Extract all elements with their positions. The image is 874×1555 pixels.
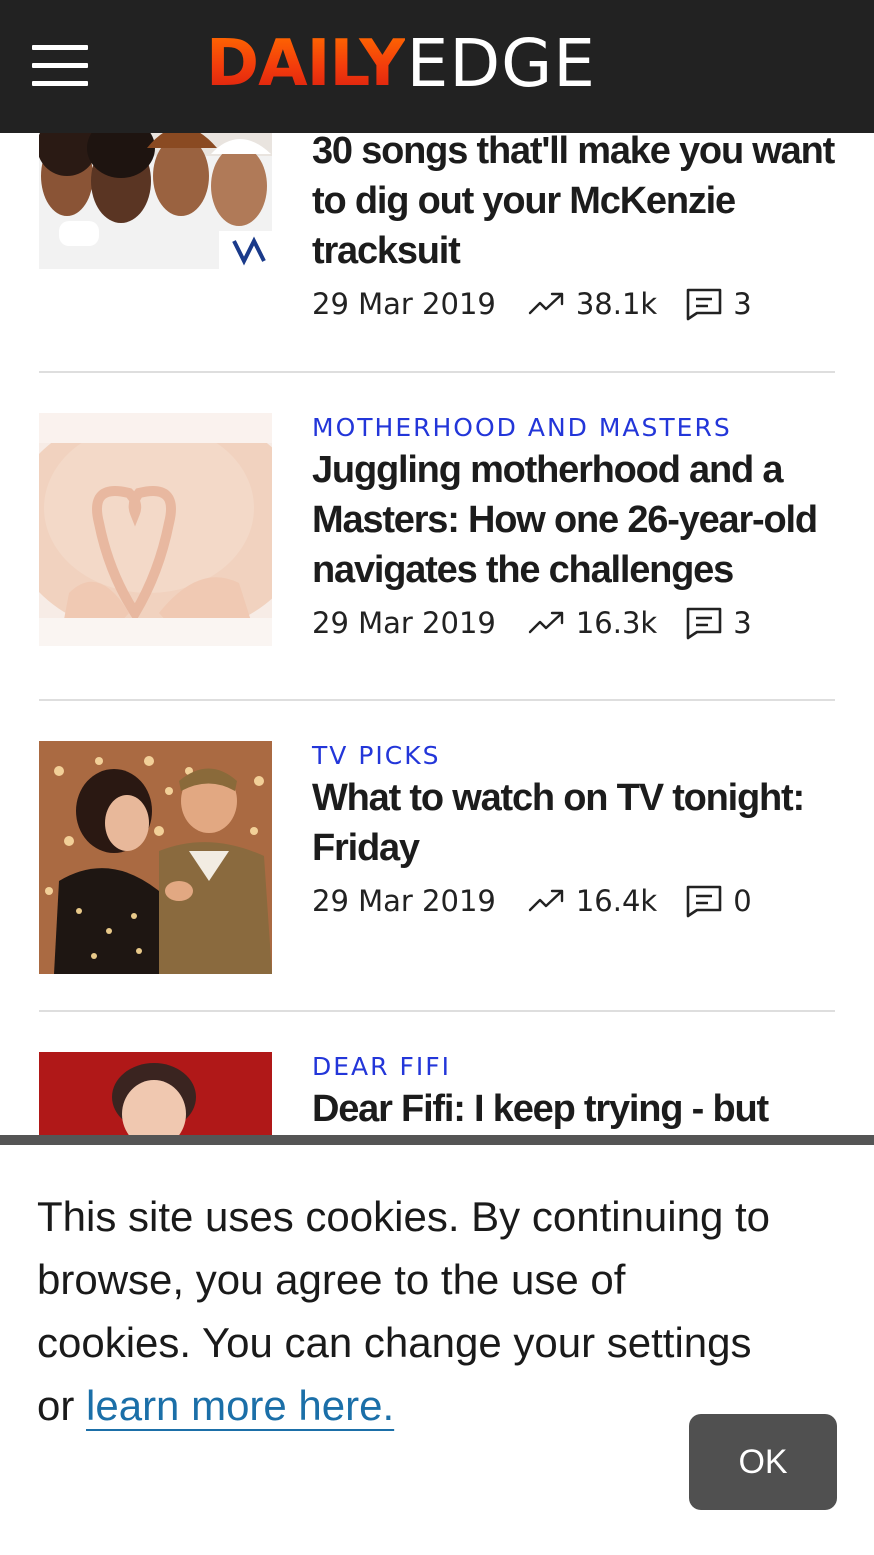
article-view-count: 38.1k — [575, 287, 658, 321]
article-view-count: 16.3k — [575, 606, 658, 640]
article-date: 29 Mar 2019 — [312, 606, 496, 640]
article-views: 38.1k — [528, 287, 657, 321]
article-comments-link[interactable]: 0 — [685, 884, 752, 918]
comment-icon — [686, 607, 722, 640]
article-views: 16.4k — [528, 884, 657, 918]
article-date: 29 Mar 2019 — [312, 884, 496, 918]
logo-daily-text: DAILY — [206, 27, 406, 101]
comment-icon — [686, 885, 722, 918]
article-thumbnail[interactable] — [39, 741, 272, 974]
site-header: DAILY EDGE — [0, 0, 874, 133]
article-category[interactable]: DEAR FIFI — [312, 1052, 835, 1082]
thumbnail-image — [39, 741, 272, 974]
article-view-count: 16.4k — [575, 884, 658, 918]
article-headline[interactable]: Dear Fifi: I keep trying - but — [312, 1084, 835, 1134]
cookie-message: This site uses cookies. By continuing to… — [37, 1185, 777, 1437]
article-comments-link[interactable]: 3 — [685, 606, 752, 640]
article-thumbnail[interactable] — [39, 1052, 272, 1135]
article-divider — [39, 699, 835, 701]
trending-up-icon — [528, 611, 564, 634]
logo-edge-text: EDGE — [406, 25, 596, 102]
article-item[interactable]: DEAR FIFI Dear Fifi: I keep trying - but — [39, 1052, 835, 1135]
cookie-ok-button[interactable]: OK — [689, 1414, 837, 1510]
article-divider — [39, 1010, 835, 1012]
thumbnail-image — [39, 1052, 272, 1135]
article-thumbnail[interactable] — [39, 413, 272, 646]
article-comment-count: 0 — [733, 884, 752, 918]
article-item[interactable]: TV PICKS What to watch on TV tonight: Fr… — [39, 741, 835, 981]
article-divider — [39, 371, 835, 373]
article-meta: 29 Mar 2019 16.3k 3 — [312, 603, 835, 643]
hamburger-menu-icon[interactable] — [28, 42, 92, 90]
article-views: 16.3k — [528, 606, 657, 640]
article-feed: 30 songs that'll make you want to dig ou… — [0, 0, 874, 1135]
article-comment-count: 3 — [733, 287, 752, 321]
thumbnail-image — [39, 413, 272, 646]
article-comments-link[interactable]: 3 — [685, 287, 752, 321]
article-category[interactable]: MOTHERHOOD AND MASTERS — [312, 413, 835, 443]
article-meta: 29 Mar 2019 38.1k 3 — [312, 284, 835, 324]
cookie-banner: This site uses cookies. By continuing to… — [0, 1135, 874, 1555]
article-headline[interactable]: What to watch on TV tonight: Friday — [312, 773, 835, 873]
article-headline[interactable]: 30 songs that'll make you want to dig ou… — [312, 126, 835, 276]
article-date: 29 Mar 2019 — [312, 287, 496, 321]
comment-icon — [686, 288, 722, 321]
site-logo[interactable]: DAILY EDGE — [206, 24, 596, 104]
cookie-learn-more-link[interactable]: learn more here. — [86, 1382, 394, 1429]
article-meta: 29 Mar 2019 16.4k 0 — [312, 881, 835, 921]
article-headline[interactable]: Juggling motherhood and a Masters: How o… — [312, 445, 835, 595]
article-comment-count: 3 — [733, 606, 752, 640]
article-category[interactable]: TV PICKS — [312, 741, 835, 771]
trending-up-icon — [528, 889, 564, 912]
article-item[interactable]: MOTHERHOOD AND MASTERS Juggling motherho… — [39, 413, 835, 673]
trending-up-icon — [528, 292, 564, 315]
